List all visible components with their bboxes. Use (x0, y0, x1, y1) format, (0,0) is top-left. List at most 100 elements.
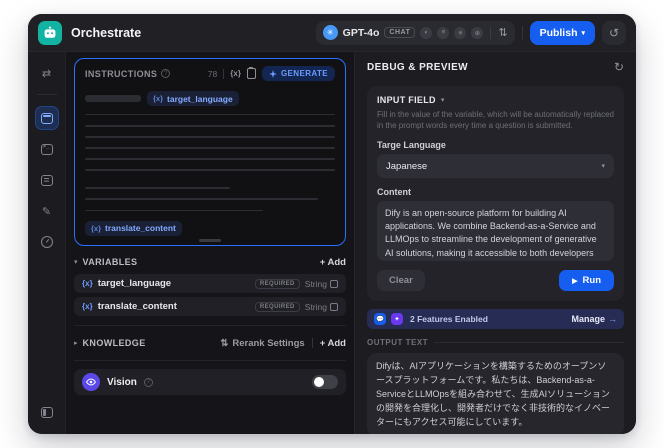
debug-preview-panel: DEBUG & PREVIEW ↻ INPUT FIELD ▾ Fill in … (354, 52, 636, 434)
variable-glyph: {x} (153, 94, 164, 103)
chevron-down-icon: ▾ (440, 97, 445, 104)
skeleton-line (85, 124, 335, 127)
terminal-icon (40, 143, 53, 155)
panel-layout-icon (40, 406, 53, 418)
input-field-card: INPUT FIELD ▾ Fill in the value of the v… (367, 86, 624, 302)
target-language-select[interactable]: Japanese ▾ (377, 154, 614, 179)
history-button[interactable]: ↺ (602, 20, 626, 45)
skeleton-line (85, 187, 230, 190)
sidebar-item-monitoring[interactable] (35, 230, 59, 254)
instructions-editor[interactable]: INSTRUCTIONS ? 78 {x} GENERATE {x} targe… (74, 58, 346, 246)
skeleton-line (85, 209, 263, 212)
type-icon (330, 279, 338, 288)
vision-icon (82, 373, 100, 391)
titlebar: Orchestrate ✳ GPT-4o CHAT ◐ ≡ ✳ ⊕ ⇅ Publ… (28, 14, 636, 52)
sidebar-item-annotations[interactable]: ✎ (35, 199, 59, 223)
skeleton-line (85, 157, 335, 160)
variable-chip-target-language[interactable]: {x} target_language (147, 91, 239, 106)
generate-button[interactable]: GENERATE (261, 66, 335, 81)
instructions-title: INSTRUCTIONS (85, 68, 158, 79)
variable-chip-label: translate_content (105, 223, 176, 234)
help-icon[interactable]: ? (143, 377, 153, 387)
model-mode-badge: CHAT (384, 27, 416, 38)
variables-title: VARIABLES (82, 257, 138, 267)
variable-row-translate-content[interactable]: {x} translate_content REQUIRED String (74, 297, 346, 316)
publish-button[interactable]: Publish ▾ (529, 20, 595, 45)
robot-icon (44, 26, 56, 38)
pencil-icon: ✎ (41, 205, 52, 218)
model-selector[interactable]: ✳ GPT-4o CHAT ◐ ≡ ✳ ⊕ ⇅ (315, 20, 515, 45)
capability-icon: ◐ (420, 26, 433, 39)
chevron-down-icon: ▾ (581, 29, 585, 37)
rerank-settings-button[interactable]: ⇅ Rerank Settings (220, 338, 304, 349)
knowledge-section-header[interactable]: ▸ KNOWLEDGE ⇅ Rerank Settings + Add (74, 331, 346, 355)
help-icon[interactable]: ? (161, 69, 171, 78)
model-params-icon[interactable]: ⇅ (498, 26, 507, 39)
vision-feature-row: Vision ? (74, 369, 346, 395)
type-icon (330, 302, 338, 311)
variable-row-target-language[interactable]: {x} target_language REQUIRED String (74, 274, 346, 293)
target-language-value: Japanese (386, 160, 428, 172)
copy-icon[interactable] (246, 66, 256, 79)
input-field-header[interactable]: INPUT FIELD ▾ (377, 95, 614, 105)
swap-icon[interactable]: ⇄ (35, 61, 59, 85)
content-textarea[interactable]: Dify is an open-source platform for buil… (377, 201, 614, 262)
add-variable-button[interactable]: + Add (320, 257, 346, 268)
variable-glyph: {x} (91, 223, 102, 233)
generate-label: GENERATE (280, 69, 328, 78)
knowledge-title: KNOWLEDGE (82, 338, 146, 348)
sidebar-item-logs[interactable] (35, 168, 59, 192)
page-title: Orchestrate (71, 25, 142, 40)
divider (434, 342, 624, 344)
divider (74, 360, 346, 361)
clear-button[interactable]: Clear (377, 270, 425, 292)
orchestrate-panel: INSTRUCTIONS ? 78 {x} GENERATE {x} targe… (66, 52, 354, 434)
refresh-button[interactable]: ↻ (614, 60, 624, 74)
variable-name: target_language (97, 278, 172, 289)
vision-label: Vision (107, 376, 137, 388)
feature-icon-tts: ✦ (391, 313, 403, 326)
variable-name: translate_content (97, 301, 177, 312)
run-button[interactable]: ▶ Run (559, 270, 614, 292)
variable-chip-translate-content[interactable]: {x} translate_content (85, 220, 182, 236)
manage-features-button[interactable]: Manage → (571, 314, 617, 324)
collapse-panel-button[interactable] (35, 400, 59, 424)
divider (223, 68, 225, 79)
features-bar[interactable]: 💬 ✦ 2 Features Enabled Manage → (367, 309, 624, 330)
skeleton-line (85, 95, 141, 102)
variables-section-header[interactable]: ▾ VARIABLES + Add (74, 250, 346, 274)
sidebar-item-preview[interactable] (35, 137, 59, 161)
refresh-icon: ↻ (613, 60, 624, 74)
app-window: Orchestrate ✳ GPT-4o CHAT ◐ ≡ ✳ ⊕ ⇅ Publ… (28, 14, 636, 434)
insert-variable-icon[interactable]: {x} (230, 69, 241, 78)
variable-type: String (305, 279, 338, 289)
content-label: Content (377, 187, 411, 198)
skeleton-line (85, 135, 335, 138)
chevron-right-icon: ▸ (74, 340, 78, 347)
variable-chip-label: target_language (167, 93, 233, 104)
vision-toggle[interactable] (312, 375, 338, 389)
output-text-title: OUTPUT TEXT (367, 338, 429, 348)
orchestrate-icon (40, 112, 53, 124)
feature-icon-conversation: 💬 (374, 313, 386, 326)
variable-glyph: {x} (82, 279, 93, 288)
required-badge: REQUIRED (254, 278, 300, 289)
features-enabled-text: 2 Features Enabled (410, 314, 488, 325)
app-icon[interactable] (38, 20, 62, 45)
output-text: Difyは、AIアプリケーションを構築するためのオープンソースプラットフォームで… (367, 353, 624, 434)
required-badge: REQUIRED (254, 301, 300, 312)
rerank-icon: ⇅ (220, 337, 229, 349)
sidebar-item-orchestrate[interactable] (34, 106, 59, 130)
add-knowledge-button[interactable]: + Add (320, 338, 346, 349)
variable-glyph: {x} (82, 302, 93, 311)
chevron-down-icon: ▾ (74, 259, 78, 266)
skeleton-line (85, 113, 335, 116)
sparkle-icon (268, 69, 277, 78)
resize-handle[interactable] (199, 239, 221, 242)
skeleton-line (85, 198, 318, 201)
input-field-description: Fill in the value of the variable, which… (377, 110, 615, 131)
divider (311, 338, 313, 348)
skeleton-line (85, 146, 335, 149)
capability-icon: ✳ (454, 26, 467, 39)
play-icon: ▶ (572, 277, 578, 285)
